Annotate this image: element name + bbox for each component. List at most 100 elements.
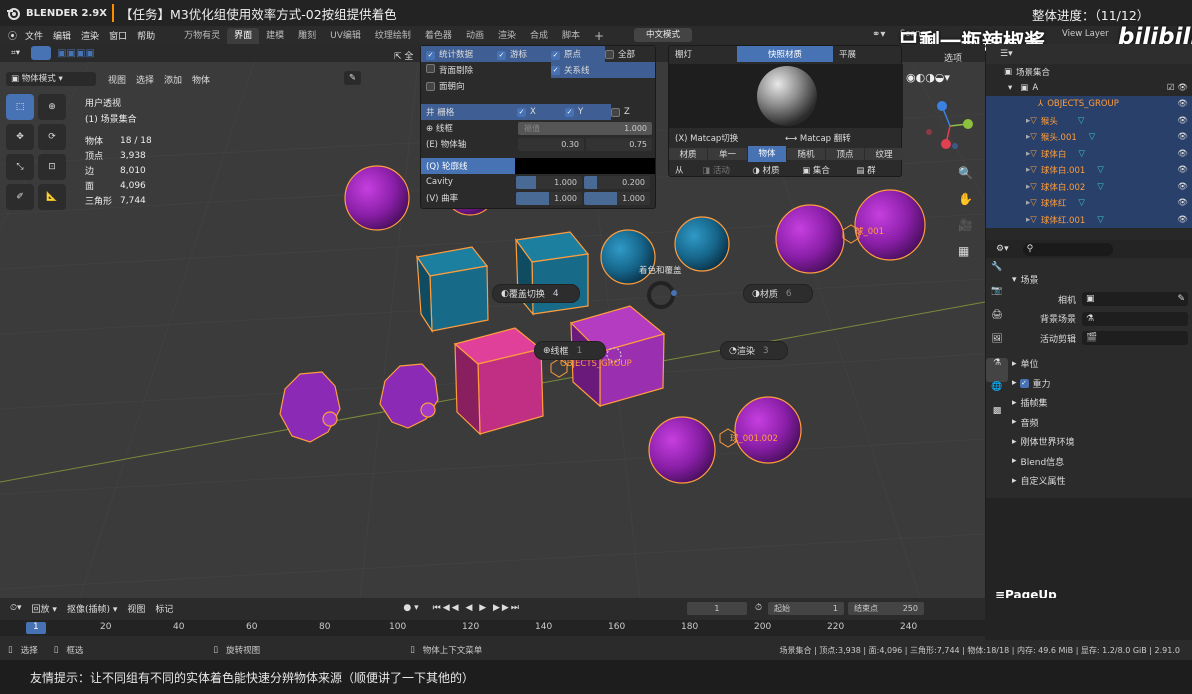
eyedropper-icon[interactable]: ✎ xyxy=(1177,294,1185,304)
custom-props-section[interactable]: ▸ 自定义属性 xyxy=(1012,471,1188,491)
tab-sculpt[interactable]: 雕刻 xyxy=(291,28,323,44)
pie-item-rendered[interactable]: ◔ 渲染 3 xyxy=(720,341,788,360)
matcap-flip-button[interactable]: ⟷ Matcap 翻转 xyxy=(785,132,901,144)
wireframe-threshold-field[interactable]: 褪值 1.000 xyxy=(518,121,652,135)
timeline-view-menu[interactable]: 视图 xyxy=(127,602,145,615)
cursor-toggle[interactable]: ✓ 游标 xyxy=(497,48,551,60)
zoom-icon[interactable]: 🔍 xyxy=(958,166,974,192)
tab-uv[interactable]: UV编辑 xyxy=(323,28,368,44)
visibility-icons[interactable]: ☑ 👁 xyxy=(1167,83,1188,93)
eye-icon[interactable]: 👁 xyxy=(1177,165,1188,175)
properties-search-input[interactable]: ⚲ xyxy=(1022,242,1113,256)
eye-icon[interactable]: 👁 xyxy=(1177,116,1188,126)
source-material[interactable]: ◑ 材质 xyxy=(741,164,791,176)
cursor-tool[interactable]: ⊕ xyxy=(38,94,66,120)
view-menu[interactable]: 视图 xyxy=(108,73,126,86)
tab-texture-paint[interactable]: 纹理绘制 xyxy=(368,28,418,44)
backface-toggle[interactable]: 背面剔除 xyxy=(421,64,551,76)
cavity-field-2[interactable]: 0.200 xyxy=(584,175,650,189)
gravity-checkbox[interactable]: ✓ xyxy=(1019,378,1029,388)
outliner-item[interactable]: ▸ ▽ 球体白 ▽ 👁 xyxy=(986,146,1192,163)
scene-tab-icon[interactable]: ⚗ xyxy=(986,358,1008,382)
matcap-switch-button[interactable]: (X) Matcap切换 xyxy=(669,132,785,144)
scale-tool[interactable]: ⤡ xyxy=(6,154,34,180)
marker-menu[interactable]: 标记 xyxy=(155,602,173,615)
eyedropper-icon[interactable]: ✎ xyxy=(344,71,362,85)
move-tool[interactable]: ✥ xyxy=(6,124,34,150)
tab-modeling[interactable]: 建模 xyxy=(259,28,291,44)
eye-icon[interactable]: 👁 xyxy=(1177,182,1188,192)
playback-menu[interactable]: 回放 ▾ xyxy=(32,602,57,615)
rotate-tool[interactable]: ⟳ xyxy=(38,124,66,150)
scene-icon[interactable]: ⚭▾ xyxy=(872,29,885,40)
outliner-item[interactable]: ▸ ▽ 猴头.001 ▽ 👁 xyxy=(986,129,1192,146)
menu-render[interactable]: 渲染 xyxy=(81,29,99,42)
stats-toggle[interactable]: ✓ 统计数据 xyxy=(421,48,497,60)
object-mode-dropdown[interactable]: ▣ 物体模式 ▾ xyxy=(6,72,96,86)
menu-edit[interactable]: 编辑 xyxy=(53,29,71,42)
active-clip-field[interactable]: 🎬 xyxy=(1082,331,1188,346)
outliner-item[interactable]: ▸ ▽ 球体红.001 ▽ 👁 xyxy=(986,212,1192,229)
menu-window[interactable]: 窗口 xyxy=(109,29,127,42)
curvature-field-1[interactable]: 1.000 xyxy=(516,191,582,205)
timeline-ruler[interactable]: 1 20 40 60 80 100 120 140 160 180 200 22… xyxy=(0,620,985,636)
outline-color-swatch[interactable] xyxy=(515,158,655,174)
tab-shading[interactable]: 着色器 xyxy=(418,28,459,44)
render-tab-icon[interactable]: 📷 xyxy=(986,286,1008,310)
camera-field[interactable]: ▣ ✎ xyxy=(1082,292,1188,307)
eye-icon[interactable]: 👁 xyxy=(1177,132,1188,142)
color-tab-object[interactable]: 物体 xyxy=(748,146,786,162)
outliner-editor-icon[interactable]: ☰▾ xyxy=(1000,49,1013,59)
scene-section-header[interactable]: ▾ 场景 xyxy=(1012,270,1188,290)
select-mode-icons[interactable]: ▣▣▣▣ xyxy=(57,48,95,59)
color-tab-vertex[interactable]: 顶点 xyxy=(826,148,864,160)
relation-toggle[interactable]: ✓ 关系线 xyxy=(551,62,655,78)
outliner-root[interactable]: ▣ 场景集合 xyxy=(986,64,1192,80)
source-active[interactable]: ◨ 活动 xyxy=(691,164,741,176)
outliner-item[interactable]: ▸ ▽ 猴头 ▽ 👁 xyxy=(986,113,1192,130)
shading-modes-icon[interactable]: ◉◐◑◒▾ xyxy=(906,71,950,84)
language-mode-button[interactable]: 中文模式 xyxy=(634,28,693,42)
eye-icon[interactable]: 👁 xyxy=(1177,149,1188,159)
outliner-item[interactable]: ▸ ▽ 球体白.001 ▽ 👁 xyxy=(986,162,1192,179)
units-section[interactable]: ▸ 单位 xyxy=(1012,354,1188,374)
select-box-icon[interactable] xyxy=(31,46,52,60)
tab-rendering[interactable]: 渲染 xyxy=(491,28,523,44)
editor-type-icon[interactable]: ⌗▾ xyxy=(6,46,26,60)
source-group[interactable]: ▤ 群 xyxy=(841,164,891,176)
end-frame-field[interactable]: 结束点 250 xyxy=(847,601,924,615)
view-layer-tab-icon[interactable]: 🖼 xyxy=(986,334,1008,358)
axis-field-1[interactable]: 0.30 xyxy=(518,137,584,151)
outliner-item[interactable]: ▸ ▽ 球体红 ▽ 👁 xyxy=(986,195,1192,212)
axis-field-2[interactable]: 0.75 xyxy=(586,137,652,151)
y-axis-toggle[interactable]: ✓ Y xyxy=(565,107,611,117)
menu-file[interactable]: 文件 xyxy=(25,29,43,42)
keying-menu[interactable]: 抠像(插帧) ▾ xyxy=(67,602,117,615)
eye-icon[interactable]: 👁 xyxy=(1177,99,1188,109)
gravity-section[interactable]: ▸ ✓ 重力 xyxy=(1012,374,1188,394)
lighting-matcap[interactable]: 快照材质 xyxy=(737,46,833,62)
outliner-item[interactable]: ⅄ OBJECTS_GROUP 👁 xyxy=(986,96,1192,113)
lighting-studio[interactable]: 棚灯 xyxy=(669,48,737,60)
blender-menu-icon[interactable]: ⦿ xyxy=(8,29,17,42)
texture-tab-icon[interactable]: ▩ xyxy=(986,406,1008,430)
camera-icon[interactable]: 🎥 xyxy=(958,218,974,244)
transform-orientation[interactable]: ⇱ 全 xyxy=(394,49,413,62)
pie-item-wireframe[interactable]: ⊕ 线框 1 xyxy=(534,341,606,360)
matcap-preview[interactable] xyxy=(669,64,903,128)
bg-scene-field[interactable]: ⚗ xyxy=(1082,311,1188,326)
grid-toggle[interactable]: 井 栅格 xyxy=(421,106,517,118)
keying-section[interactable]: ▸ 插帧集 xyxy=(1012,393,1188,413)
tab-interface[interactable]: 界面 xyxy=(227,28,260,44)
pie-item-material[interactable]: ◑ 材质 6 xyxy=(743,284,813,303)
grid-view-icon[interactable]: ▦ xyxy=(958,244,974,270)
color-tab-texture[interactable]: 纹理 xyxy=(865,148,903,160)
add-menu[interactable]: 添加 xyxy=(164,73,182,86)
object-menu[interactable]: 物体 xyxy=(192,73,210,86)
rigid-body-section[interactable]: ▸ 刚体世界环境 xyxy=(1012,432,1188,452)
options-menu[interactable]: 选项 xyxy=(944,51,962,64)
tab-scripting[interactable]: 脚本 xyxy=(555,28,587,44)
view-layer-name[interactable]: View Layer xyxy=(1062,29,1109,39)
tab-compositing[interactable]: 合成 xyxy=(523,28,555,44)
color-tab-random[interactable]: 随机 xyxy=(787,148,825,160)
